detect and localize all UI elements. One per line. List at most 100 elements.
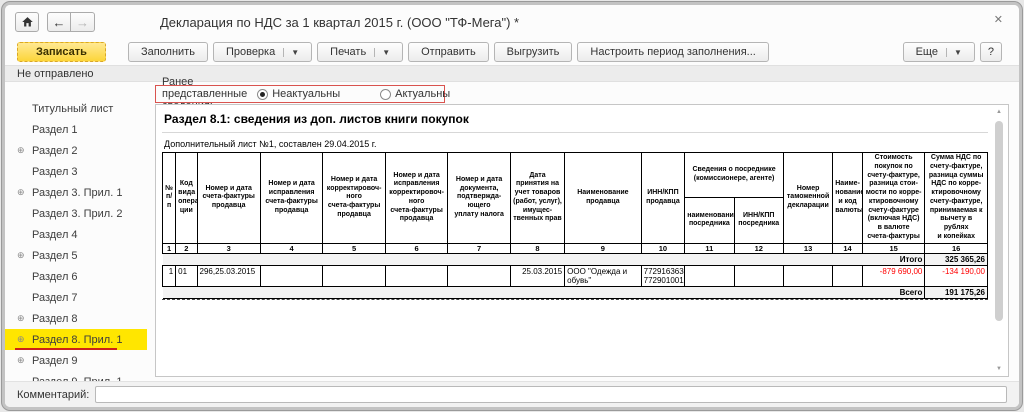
save-button[interactable]: Записать: [17, 42, 106, 62]
sidebar-item-11[interactable]: ⊕ Раздел 8: [5, 308, 147, 329]
itogo-label: Итого: [162, 252, 926, 266]
sidebar-item-label: Раздел 3. Прил. 2: [32, 207, 123, 220]
cell-seller-inn-kpp[interactable]: 7729163630/ 772901001: [640, 264, 686, 287]
status-bar: Не отправлено: [5, 65, 1019, 82]
scroll-up-icon[interactable]: ▲: [993, 107, 1005, 117]
sidebar-item-label: Раздел 4: [32, 228, 78, 241]
expand-plus-icon[interactable]: ⊕: [17, 187, 32, 198]
col-header: Номер и дата исправления корректировоч- …: [384, 152, 449, 244]
col-header: Сумма НДС по счету-фактуре, разница сумм…: [924, 152, 988, 244]
sidebar-item-label: Раздел 8. Прил. 1: [32, 333, 123, 346]
cell-currency[interactable]: [832, 264, 863, 287]
radio-icon[interactable]: [257, 88, 269, 100]
send-button[interactable]: Отправить: [408, 42, 489, 62]
cell-row-number[interactable]: 1: [161, 264, 177, 287]
cell-adjustment-correction[interactable]: [384, 264, 449, 287]
cell-vat[interactable]: -134 190,00: [924, 264, 988, 287]
col-header: наименование посредника: [684, 197, 735, 244]
home-icon: [21, 17, 33, 27]
close-icon[interactable]: ✕: [994, 13, 1003, 26]
cell-seller-name[interactable]: ООО "Одежда и обувь": [564, 264, 642, 287]
col-header: Наименование продавца: [564, 152, 642, 244]
print-button-label: Печать: [330, 46, 367, 58]
expand-plus-icon[interactable]: ⊕: [17, 145, 32, 156]
sidebar-item-label: Раздел 3. Прил. 1: [32, 186, 123, 199]
cell-payment-doc[interactable]: [447, 264, 511, 287]
section-sidebar: Титульный лист Раздел 1 ⊕ Раздел 2 Раздел 3 ⊕…: [5, 84, 147, 407]
additional-sheet-caption: Дополнительный лист №1, составлен 29.04.…: [164, 139, 377, 149]
configure-period-button[interactable]: Настроить период заполнения...: [577, 42, 769, 62]
totals-row-itogo: Итого 325 365,26: [162, 252, 988, 266]
expand-plus-icon[interactable]: ⊕: [17, 334, 32, 345]
col-header: ИНН/КПП посредника: [733, 197, 784, 244]
radio-option-relevant[interactable]: Актуальны: [380, 88, 450, 100]
fill-button[interactable]: Заполнить: [127, 42, 208, 62]
sidebar-item-4[interactable]: Раздел 3: [5, 161, 147, 182]
cell-agent-inn-kpp[interactable]: [733, 264, 784, 287]
sidebar-item-13[interactable]: ⊕ Раздел 9: [5, 350, 147, 371]
status-text: Не отправлено: [17, 67, 94, 80]
cell-adjustment[interactable]: [322, 264, 386, 287]
sidebar-item-6[interactable]: Раздел 3. Прил. 2: [5, 203, 147, 224]
expand-plus-icon[interactable]: ⊕: [17, 313, 32, 324]
forward-button[interactable]: →: [71, 12, 95, 32]
cell-invoice[interactable]: 296,25.03.2015: [196, 264, 261, 287]
col-header: Номер и дата счета-фактуры продавца: [196, 152, 261, 244]
comment-input[interactable]: [95, 386, 1007, 403]
cell-customs-decl[interactable]: [782, 264, 834, 287]
col-header: Номер и дата исправления счета-фактуры п…: [259, 152, 324, 244]
comment-bar: Комментарий:: [5, 381, 1019, 407]
radio-option-irrelevant[interactable]: Неактуальны: [257, 88, 340, 100]
cell-correction[interactable]: [259, 264, 324, 287]
sidebar-item-label: Раздел 3: [32, 165, 78, 178]
col-header: Код вида опера- ции: [175, 152, 198, 244]
back-button[interactable]: ←: [47, 12, 71, 32]
check-button[interactable]: Проверка ▼: [212, 42, 313, 62]
col-header: Дата принятия на учет товаров (работ, ус…: [509, 152, 566, 244]
toolbar: Записать Заполнить Проверка ▼ Печать ▼ О…: [5, 39, 1019, 65]
chevron-down-icon[interactable]: ▼: [283, 47, 299, 57]
table-row[interactable]: 1 01 296,25.03.2015 25.03.2015 ООО "Одеж…: [161, 264, 988, 287]
home-button[interactable]: [15, 12, 39, 32]
app-window: ← → Декларация по НДС за 1 квартал 2015 …: [2, 2, 1022, 410]
purchases-book-table: № п/п Код вида опера- ции Номер и дата с…: [161, 151, 988, 299]
chevron-down-icon[interactable]: ▼: [374, 47, 390, 57]
cell-op-code[interactable]: 01: [175, 264, 198, 287]
sidebar-item-9[interactable]: Раздел 6: [5, 266, 147, 287]
cell-agent-name[interactable]: [684, 264, 735, 287]
spreadsheet-panel: Раздел 8.1: сведения из доп. листов книг…: [155, 104, 1009, 377]
scroll-down-icon[interactable]: ▼: [993, 364, 1005, 374]
chevron-down-icon[interactable]: ▼: [945, 47, 962, 57]
sidebar-item-2[interactable]: Раздел 1: [5, 119, 147, 140]
radio-option-label: Неактуальны: [272, 88, 341, 100]
radio-icon[interactable]: [380, 88, 392, 100]
col-header: Номер и дата корректировоч- ного счета-ф…: [322, 152, 386, 244]
title-bar: ← → Декларация по НДС за 1 квартал 2015 …: [5, 5, 1019, 39]
more-button[interactable]: Еще ▼: [902, 42, 975, 62]
col-header: Наиме- нование и код валюты: [832, 152, 863, 244]
print-button[interactable]: Печать ▼: [317, 42, 404, 62]
totals-row-vsego: Всего 191 175,26: [162, 285, 988, 299]
history-nav: ← →: [47, 12, 95, 32]
comment-label: Комментарий:: [17, 388, 90, 401]
sidebar-item-7[interactable]: Раздел 4: [5, 224, 147, 245]
help-button[interactable]: ?: [979, 42, 1002, 62]
sidebar-item-10[interactable]: Раздел 7: [5, 287, 147, 308]
main-panel: Ранее представленные сведения: Неактуаль…: [147, 76, 1019, 381]
expand-plus-icon[interactable]: ⊕: [17, 355, 32, 366]
sidebar-item-3[interactable]: ⊕ Раздел 2: [5, 140, 147, 161]
sidebar-item-1[interactable]: Титульный лист: [5, 98, 147, 119]
vsego-value: 191 175,26: [924, 285, 988, 299]
sidebar-item-label: Титульный лист: [32, 102, 114, 115]
cell-cost[interactable]: -879 690,00: [861, 264, 926, 287]
sidebar-item-label: Раздел 5: [32, 249, 78, 262]
vertical-scrollbar[interactable]: ▲ ▼: [993, 107, 1005, 374]
cell-accept-date[interactable]: 25.03.2015: [509, 264, 566, 287]
scrollbar-thumb[interactable]: [995, 121, 1003, 321]
expand-plus-icon[interactable]: ⊕: [17, 250, 32, 261]
sidebar-item-8[interactable]: ⊕ Раздел 5: [5, 245, 147, 266]
check-button-label: Проверка: [225, 46, 276, 58]
sidebar-item-5[interactable]: ⊕ Раздел 3. Прил. 1: [5, 182, 147, 203]
sidebar-item-12[interactable]: ⊕ Раздел 8. Прил. 1: [5, 329, 147, 350]
export-button[interactable]: Выгрузить: [493, 42, 573, 62]
